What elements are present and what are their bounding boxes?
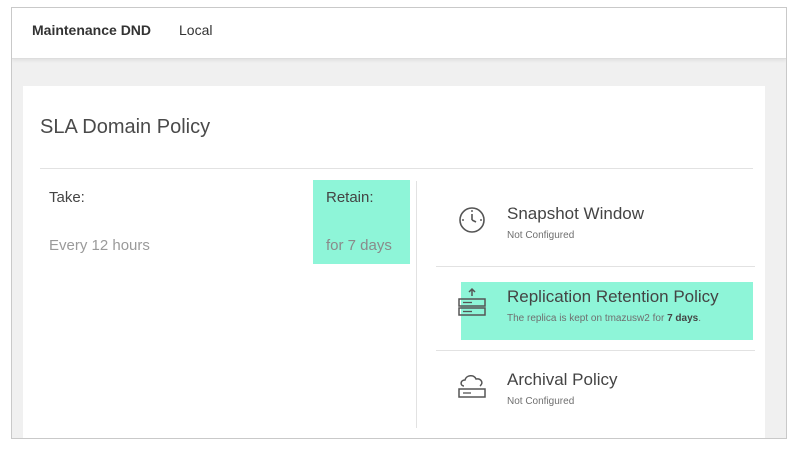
policy-title: Replication Retention Policy: [507, 287, 719, 306]
policy-subtitle: The replica is kept on tmazusw2 for 7 da…: [507, 313, 701, 324]
policy-title: Archival Policy: [507, 370, 618, 389]
policy-subtitle: Not Configured: [507, 230, 575, 241]
take-value: Every 12 hours: [49, 237, 150, 254]
divider: [40, 168, 753, 169]
policy-title: Snapshot Window: [507, 204, 645, 223]
retain-value: for 7 days: [326, 237, 392, 254]
take-label: Take:: [49, 189, 85, 206]
sla-policy-card: SLA Domain Policy Take: Every 12 hours R…: [23, 86, 765, 438]
card-title: SLA Domain Policy: [40, 116, 211, 138]
policy-subtitle: Not Configured: [507, 396, 575, 407]
header-bar: Maintenance DND Local: [12, 8, 786, 59]
divider: [436, 350, 755, 351]
server-upload-icon: [456, 287, 488, 319]
clock-icon: [456, 204, 488, 236]
vertical-divider: [416, 181, 417, 428]
sla-domain-name: Maintenance DND: [32, 22, 152, 38]
divider: [436, 266, 755, 267]
snapshot-window-policy[interactable]: Snapshot Window Not Configured: [436, 204, 756, 244]
retain-highlight: Retain: for 7 days: [313, 180, 410, 264]
retain-label: Retain:: [326, 189, 374, 206]
cloud-archive-icon: [456, 370, 488, 402]
sla-domain-location: Local: [179, 22, 213, 38]
replication-retention-policy[interactable]: Replication Retention Policy The replica…: [436, 287, 756, 327]
archival-policy[interactable]: Archival Policy Not Configured: [436, 370, 756, 410]
window-frame: Maintenance DND Local SLA Domain Policy …: [11, 7, 787, 439]
